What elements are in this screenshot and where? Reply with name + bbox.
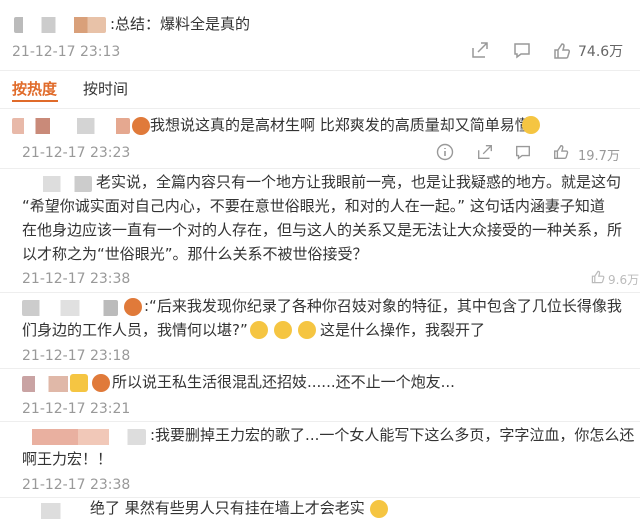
tab-time[interactable]: 按时间 — [83, 78, 128, 99]
emoji-icon — [124, 298, 142, 316]
redacted-username — [12, 118, 130, 134]
divider — [0, 168, 640, 169]
tab-underline — [12, 100, 58, 102]
share-icon[interactable] — [476, 143, 494, 161]
post-header: :总结：爆料全是真的 — [0, 10, 640, 40]
emoji-icon — [370, 500, 388, 518]
like-button[interactable]: 74.6万 — [552, 41, 623, 61]
like-count: 9.6万 — [608, 273, 640, 287]
thumb-emoji-icon — [70, 374, 88, 392]
emoji-icon — [298, 321, 316, 339]
like-count: 19.7万 — [578, 149, 620, 164]
divider — [0, 108, 640, 109]
post-time: 21-12-17 23:13 — [12, 44, 121, 60]
comment-line: 以才称之为“世俗眼光”。那什么关系不被世俗接受？ — [22, 245, 368, 263]
redacted-username — [22, 429, 146, 445]
divider — [0, 70, 640, 71]
comment-icon[interactable] — [514, 143, 532, 161]
comment-line: 老实说，全篇内容只有一个地方让我眼前一亮，也是让我疑惑的地方。就是这句 — [96, 173, 622, 191]
comment-line: :我要删掉王力宏的歌了...一个女人能写下这么多页，字字泣血，你怎么还 — [150, 426, 635, 444]
comment-time: 21-12-17 23:18 — [22, 348, 131, 364]
emoji-icon — [92, 374, 110, 392]
comment-line: :“后来我发现你纪录了各种你召妓对象的特征，其中包含了几位长得像我 — [144, 297, 622, 315]
thumbs-up-icon[interactable] — [552, 143, 570, 161]
redacted-username — [22, 176, 92, 192]
comment-text: 所以说王私生活很混乱还招妓......还不止一个炮友... — [112, 373, 455, 391]
comment-line: 啊王力宏！！ — [22, 450, 113, 468]
divider — [0, 421, 640, 422]
comment-line: “希望你诚实面对自己内心，不要在意世俗眼光，和对的人在一起。” 这句话内涵妻子知… — [22, 197, 605, 215]
comment-time: 21-12-17 23:38 — [22, 271, 131, 287]
redacted-username — [22, 300, 118, 316]
like-count: 74.6万 — [578, 44, 624, 60]
comment-line: 这是什么操作，我裂开了 — [320, 321, 486, 339]
redacted-username — [14, 17, 106, 33]
emoji-icon — [274, 321, 292, 339]
comment-time: 21-12-17 23:23 — [22, 145, 131, 161]
emoji-icon — [522, 116, 540, 134]
thumbs-up-icon — [554, 43, 571, 59]
thumbs-up-icon[interactable] — [590, 269, 606, 285]
comment-text: 我想说这真的是高材生啊 比郑爽发的高质量却又简单易懂 — [150, 116, 530, 134]
divider — [0, 292, 640, 293]
share-icon — [472, 42, 488, 58]
comment-time: 21-12-17 23:21 — [22, 401, 131, 417]
post-text: :总结：爆料全是真的 — [110, 15, 251, 33]
comment-line: 们身边的工作人员，我情何以堪?” — [22, 321, 248, 339]
tab-hot[interactable]: 按热度 — [12, 78, 57, 99]
comment-icon — [514, 43, 530, 59]
emoji-icon — [250, 321, 268, 339]
comment-time: 21-12-17 23:38 — [22, 477, 131, 493]
comment-line: 在他身边应该一直有一个对的人存在，但与这人的关系又是无法让大众接受的一种关系，所 — [22, 221, 623, 239]
sort-tabs: 按热度 按时间 — [12, 78, 128, 99]
redacted-username — [22, 503, 86, 519]
divider — [0, 368, 640, 369]
comment-button[interactable] — [512, 40, 532, 60]
info-icon[interactable] — [436, 143, 454, 161]
emoji-icon — [132, 117, 150, 135]
comment-text: 绝了 果然有些男人只有挂在墙上才会老实 — [90, 499, 365, 517]
share-button[interactable] — [470, 40, 490, 60]
